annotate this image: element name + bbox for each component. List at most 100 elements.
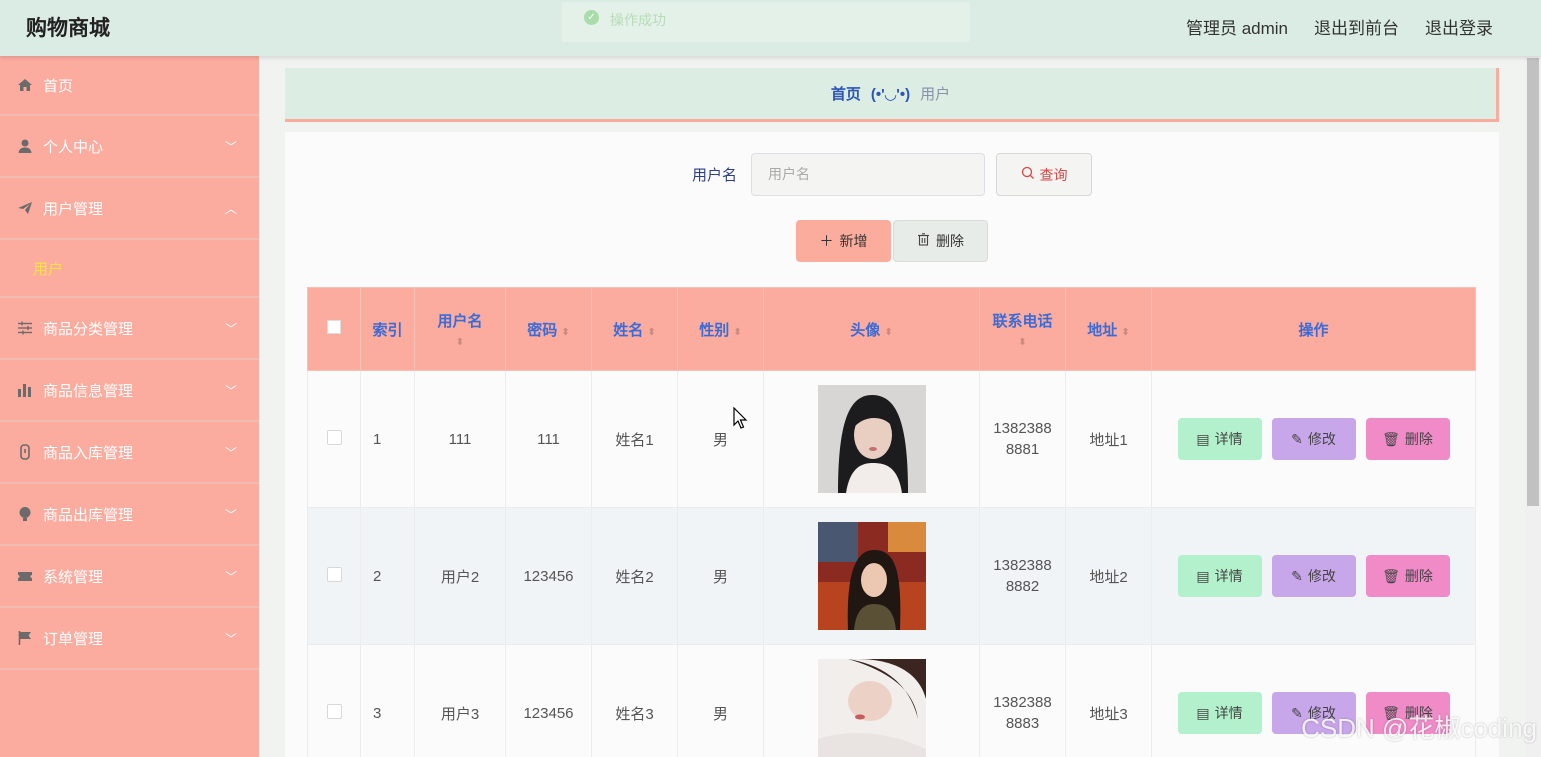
stopwatch-icon (16, 443, 34, 461)
cell-actions: ▤ 详情 ✎ 修改 🗑︎ 删除 (1151, 507, 1476, 645)
cell-phone: 1382388 8881 (979, 370, 1066, 508)
pencil-icon: ✎ (1291, 567, 1303, 584)
plus-icon: ＋ (819, 233, 834, 249)
sidebar-item-stock-in[interactable]: 商品入库管理 ﹀ (0, 422, 259, 484)
cell-avatar (763, 507, 980, 645)
edit-button[interactable]: ✎ 修改 (1271, 418, 1356, 460)
sidebar-item-label: 商品入库管理 (43, 444, 134, 462)
pencil-icon: ✎ (1291, 430, 1303, 447)
avatar[interactable] (817, 385, 926, 493)
cell-actions: ▤ 详情 ✎ 修改 🗑︎ 删除 (1151, 370, 1476, 508)
cell-address: 地址2 (1065, 507, 1152, 645)
add-button-label: 新增 (839, 233, 868, 249)
table-row: 2 用户2 123456 姓名2 男 1382388 8882 地址2 ▤ 详情… (307, 507, 1476, 645)
column-header[interactable]: 索引 (360, 287, 415, 371)
breadcrumb-current: 用户 (920, 86, 951, 103)
home-icon (16, 76, 34, 94)
avatar[interactable] (817, 659, 926, 757)
header-links: 管理员 admin 退出到前台 退出登录 (1186, 14, 1493, 39)
column-header[interactable]: 地址 ⬍ (1065, 287, 1152, 371)
bar-chart-icon (16, 381, 34, 399)
cell-password: 123456 (505, 644, 592, 757)
breadcrumb-home[interactable]: 首页 (831, 83, 861, 104)
user-icon (16, 137, 34, 155)
breadcrumb-separator: (•'◡'•) (870, 85, 911, 103)
success-check-icon: ✓ (584, 10, 599, 25)
sort-icon[interactable]: ⬍ (884, 327, 892, 338)
batch-delete-button[interactable]: 删除 (893, 220, 988, 262)
row-checkbox[interactable] (326, 429, 342, 445)
cell-password: 123456 (505, 507, 592, 645)
delete-button[interactable]: 🗑︎ 删除 (1365, 418, 1450, 460)
trash-icon: 🗑︎ (1382, 430, 1400, 447)
mouse-cursor-icon (733, 407, 748, 429)
search-label: 用户名 (691, 167, 737, 184)
chevron-down-icon: ﹀ (224, 384, 237, 398)
sidebar-item-orders[interactable]: 订单管理 ﹀ (0, 608, 259, 670)
detail-button[interactable]: ▤ 详情 (1177, 555, 1262, 597)
trash-icon (917, 233, 930, 249)
column-header[interactable]: 姓名 ⬍ (591, 287, 678, 371)
sidebar-item-profile[interactable]: 个人中心 ﹀ (0, 116, 259, 178)
add-button[interactable]: ＋ 新增 (796, 220, 891, 262)
bulb-icon (16, 505, 34, 523)
action-bar: ＋ 新增 删除 (285, 220, 1499, 262)
column-header[interactable]: 头像 ⬍ (763, 287, 980, 371)
cell-name: 姓名1 (591, 370, 678, 508)
chevron-down-icon: ﹀ (224, 570, 237, 584)
cell-gender: 男 (677, 507, 764, 645)
sidebar-item-label: 用户管理 (43, 200, 104, 218)
logout-link[interactable]: 退出登录 (1425, 14, 1493, 39)
sidebar-item-stock-out[interactable]: 商品出库管理 ﹀ (0, 484, 259, 546)
sort-icon[interactable]: ⬍ (561, 327, 569, 338)
sort-icon[interactable]: ⬍ (647, 327, 655, 338)
sidebar-item-home[interactable]: 首页 (0, 56, 259, 116)
sidebar-item-user-management[interactable]: 用户管理 ︿ (0, 178, 259, 240)
column-header[interactable]: 密码 ⬍ (505, 287, 592, 371)
vertical-scrollbar[interactable] (1525, 56, 1541, 757)
ticket-icon (16, 567, 34, 585)
cell-username: 用户2 (414, 507, 506, 645)
cell-index: 1 (360, 370, 415, 508)
sort-icon[interactable]: ⬍ (1121, 327, 1129, 338)
avatar[interactable] (817, 522, 926, 630)
row-checkbox[interactable] (326, 703, 342, 719)
sort-icon[interactable]: ⬍ (980, 337, 1065, 348)
column-header[interactable]: 用户名 ⬍ (414, 287, 506, 371)
row-checkbox[interactable] (326, 566, 342, 582)
search-button[interactable]: 查询 (996, 153, 1092, 196)
cell-avatar (763, 644, 980, 757)
sidebar-item-label: 商品信息管理 (43, 382, 134, 400)
sidebar-item-label: 系统管理 (43, 568, 104, 586)
chevron-down-icon: ﹀ (224, 508, 237, 522)
paper-plane-icon (16, 199, 34, 217)
sidebar-subitem-user[interactable]: 用户 (0, 240, 259, 298)
select-all-checkbox[interactable] (327, 320, 341, 334)
sort-icon[interactable]: ⬍ (415, 337, 505, 348)
column-header[interactable]: 性别 ⬍ (677, 287, 764, 371)
edit-button[interactable]: ✎ 修改 (1271, 555, 1356, 597)
sort-icon[interactable]: ⬍ (733, 327, 741, 338)
cell-index: 3 (360, 644, 415, 757)
table-header-row: 索引 用户名 ⬍ 密码 ⬍ 姓名 ⬍ 性别 ⬍ 头像 ⬍ 联系电话 ⬍ 地址 ⬍ 操作 (307, 287, 1476, 371)
exit-to-front-link[interactable]: 退出到前台 (1314, 14, 1399, 39)
sidebar-item-category-management[interactable]: 商品分类管理 ﹀ (0, 298, 259, 360)
chevron-up-icon: ︿ (224, 202, 237, 216)
detail-button[interactable]: ▤ 详情 (1177, 418, 1262, 460)
scrollbar-thumb[interactable] (1527, 58, 1539, 506)
delete-button[interactable]: 🗑︎ 删除 (1365, 555, 1450, 597)
sidebar-item-product-info[interactable]: 商品信息管理 ﹀ (0, 360, 259, 422)
table-row: 1 111 111 姓名1 男 1382388 8881 地址1 ▤ 详情 ✎ … (307, 370, 1476, 508)
sidebar-item-system[interactable]: 系统管理 ﹀ (0, 546, 259, 608)
sidebar-item-label: 商品出库管理 (43, 506, 134, 524)
sliders-icon (16, 319, 34, 337)
search-input[interactable]: 用户名 (751, 153, 985, 196)
brand-title: 购物商城 (26, 17, 110, 40)
cell-avatar (763, 370, 980, 508)
top-header: 购物商城 ✓ 操作成功 管理员 admin 退出到前台 退出登录 (0, 0, 1541, 56)
column-header[interactable]: 联系电话 ⬍ (979, 287, 1066, 371)
document-icon: ▤ (1196, 430, 1210, 447)
detail-button[interactable]: ▤ 详情 (1177, 692, 1262, 734)
cell-username: 用户3 (414, 644, 506, 757)
chevron-down-icon: ﹀ (224, 632, 237, 646)
